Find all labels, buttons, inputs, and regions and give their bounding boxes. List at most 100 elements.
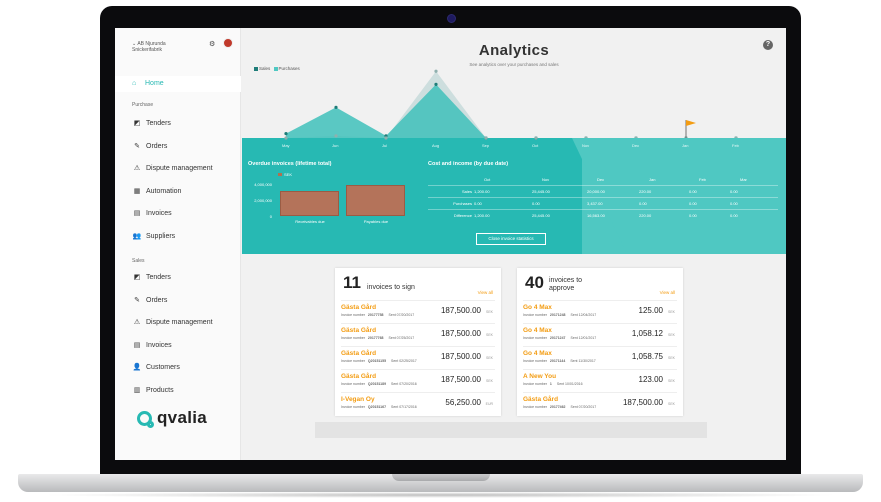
sidebar-item-dispute-management[interactable]: ⚠ Dispute management (132, 162, 237, 176)
sidebar-item-invoices[interactable]: ▤ Invoices (132, 207, 237, 221)
pen-icon: ✎ (134, 296, 140, 304)
ytick: 0 (269, 214, 272, 219)
overdue-bar-label: Payables due (363, 219, 389, 224)
stats-panel-shade (582, 138, 786, 254)
invoice-sent-date: Sent 07/17/2016 (391, 405, 417, 409)
ci-row-label: Difference (453, 213, 472, 218)
sales-section-label: Sales (132, 258, 145, 264)
invoice-row[interactable]: Gästa Gård Invoice number 20177758 Sent 07… (341, 300, 495, 321)
invoice-row[interactable]: I-Vegan Oy Invoice number Q20151167 Sent 0… (341, 392, 495, 413)
month-label: Sep (482, 143, 490, 148)
point-purchases-nov (584, 136, 588, 140)
ci-cell: 0.00 (532, 201, 540, 206)
help-icon[interactable]: ? (763, 40, 773, 50)
invoice-number-label: Invoice number (523, 313, 547, 317)
camera (447, 14, 456, 23)
ci-cell: 25,445.00 (532, 189, 550, 194)
view-all-link[interactable]: View all (660, 290, 675, 295)
sidebar-item-label: Orders (146, 296, 168, 304)
invoice-meta: Invoice number Q20151155 Sent 02/25/2017 (341, 359, 417, 363)
invoice-meta: Invoice number 20177758 Sent 07/20/2017 (341, 313, 414, 317)
ci-header-row: Oct Nov Dec Jan Feb Mar (428, 174, 778, 185)
invoice-recipient: A New You (523, 373, 557, 380)
invoice-number: 1 (549, 382, 552, 386)
warning-icon: ⚠ (133, 319, 141, 326)
sidebar-item-customers[interactable]: 👤 Customers (132, 361, 237, 375)
approve-title-line1: invoices to (549, 277, 583, 284)
invoice-row[interactable]: Gästa Gård Invoice number Q20151189 Sent 0… (341, 369, 495, 390)
invoice-number: 20171144 (549, 359, 566, 363)
invoice-recipient: Gästa Gård (341, 350, 377, 357)
overdue-bar-label: Receivables due (295, 219, 325, 224)
invoice-recipient: Go 4 Max (523, 304, 552, 311)
month-label: Aug (432, 143, 440, 148)
invoice-meta: Invoice number 20171247 Sent 12/01/2017 (523, 336, 596, 340)
company-switcher[interactable]: ⌄ AB Njurunda Snickerifabrik (132, 41, 192, 53)
view-all-link[interactable]: View all (478, 290, 493, 295)
ci-column-header: Oct (484, 177, 491, 182)
cost-income-title: Cost and income (by due date) (428, 161, 509, 167)
invoice-number: 20177462 (549, 405, 566, 409)
invoice-amount: 187,500.00 (440, 306, 481, 315)
sidebar-item-tenders[interactable]: ◩ Tenders (132, 117, 237, 131)
invoice-sent-date: Sent 10/01/2016 (556, 382, 583, 386)
sidebar-item-suppliers[interactable]: 👥 Suppliers (132, 230, 237, 244)
ci-column-header: Dec (597, 177, 605, 182)
invoice-sent-date: Sent 07/25/2017 (388, 336, 415, 340)
page-title: Analytics (478, 42, 550, 59)
sidebar-item-orders[interactable]: ✎ Orders (132, 294, 237, 308)
approve-title-line2: approve (549, 285, 575, 292)
calendar-icon: ▦ (133, 187, 141, 195)
sidebar-item-dispute-management[interactable]: ⚠ Dispute management (132, 316, 237, 330)
invoice-row[interactable]: Gästa Gård Invoice number 20177462 Sent 07… (523, 392, 677, 413)
invoice-number-label: Invoice number (341, 336, 365, 340)
invoice-amount: 187,500.00 (622, 398, 663, 407)
ci-column-header: Mar (740, 177, 747, 182)
ci-row-sales: Sales 1,200.00 25,445.00 20,000.00 220.00 0.0… (428, 185, 778, 196)
sidebar-item-label: Products (146, 386, 174, 394)
invoice-recipient: Go 4 Max (523, 327, 552, 334)
ci-cell: 25,445.00 (532, 213, 550, 218)
sidebar-item-products[interactable]: ▥ Products (132, 384, 237, 398)
invoice-number-label: Invoice number (341, 359, 365, 363)
invoice-meta: Invoice number 20171248 Sent 12/04/2017 (523, 313, 596, 317)
purchases-legend-swatch (273, 66, 278, 71)
invoice-meta: Invoice number Q20151167 Sent 07/17/2016 (341, 405, 417, 409)
sidebar-item-label: Invoices (146, 341, 172, 349)
invoice-amount: 123.00 (638, 375, 663, 384)
main-content: May Jun Jul Aug Sep Oct Nov Dec Jan Feb Analytics… (242, 28, 786, 460)
invoice-row[interactable]: Go 4 Max Invoice number 20171247 Sent 12/0… (523, 323, 677, 344)
invoice-row[interactable]: Go 4 Max Invoice number 20171248 Sent 12/0… (523, 300, 677, 321)
sign-card: 11 invoices to sign View all Gästa Gård I… (335, 268, 501, 416)
close-statistics-button[interactable]: Close invoice statistics (476, 233, 546, 245)
sidebar-item-automation[interactable]: ▦ Automation (132, 185, 237, 199)
sidebar-item-invoices[interactable]: ▤ Invoices (132, 339, 237, 353)
ytick: 4,000,000 (254, 182, 272, 187)
sidebar-item-tenders[interactable]: ◩ Tenders (132, 271, 237, 285)
ci-cell: 1,200.00 (474, 213, 490, 218)
sidebar-item-label: Automation (146, 187, 182, 195)
point-sales-jun (334, 105, 338, 109)
sidebar-item-home[interactable]: ⌂ Home (115, 76, 241, 92)
sales-legend-swatch (254, 66, 258, 71)
invoice-row[interactable]: Gästa Gård Invoice number Q20151155 Sent 0… (341, 346, 495, 367)
invoice-amount: 56,250.00 (445, 398, 481, 407)
legend-purchases: Purchases (278, 66, 300, 71)
ci-cell: 0.00 (474, 201, 482, 206)
gear-icon[interactable]: ⚙ (209, 40, 215, 48)
invoice-currency: SEK (667, 379, 675, 383)
flag-icon (686, 120, 696, 126)
invoice-row[interactable]: Gästa Gård Invoice number 20177768 Sent 07… (341, 323, 495, 344)
invoice-currency: SEK (485, 310, 493, 314)
page-subtitle: See analytics over your purchases and sa… (469, 62, 559, 67)
point-purchases-feb (734, 136, 738, 140)
ci-cell: 0.00 (689, 213, 697, 218)
invoice-row[interactable]: Go 4 Max Invoice number 20171144 Sent 11/3… (523, 346, 677, 367)
sidebar: ⌄ AB Njurunda Snickerifabrik ⚙ ⌂ Home Pu… (115, 28, 241, 460)
ci-row-purchases: Purchases 0.00 0.00 3,437.00 0.00 0.00 0.00 (428, 197, 778, 208)
sidebar-item-orders[interactable]: ✎ Orders (132, 140, 237, 154)
avatar[interactable] (223, 38, 233, 48)
screen: ⌄ AB Njurunda Snickerifabrik ⚙ ⌂ Home Pu… (115, 28, 786, 460)
invoice-row[interactable]: A New You Invoice number 1 Sent 10/01/2016… (523, 369, 677, 390)
home-icon: ⌂ (132, 80, 137, 87)
